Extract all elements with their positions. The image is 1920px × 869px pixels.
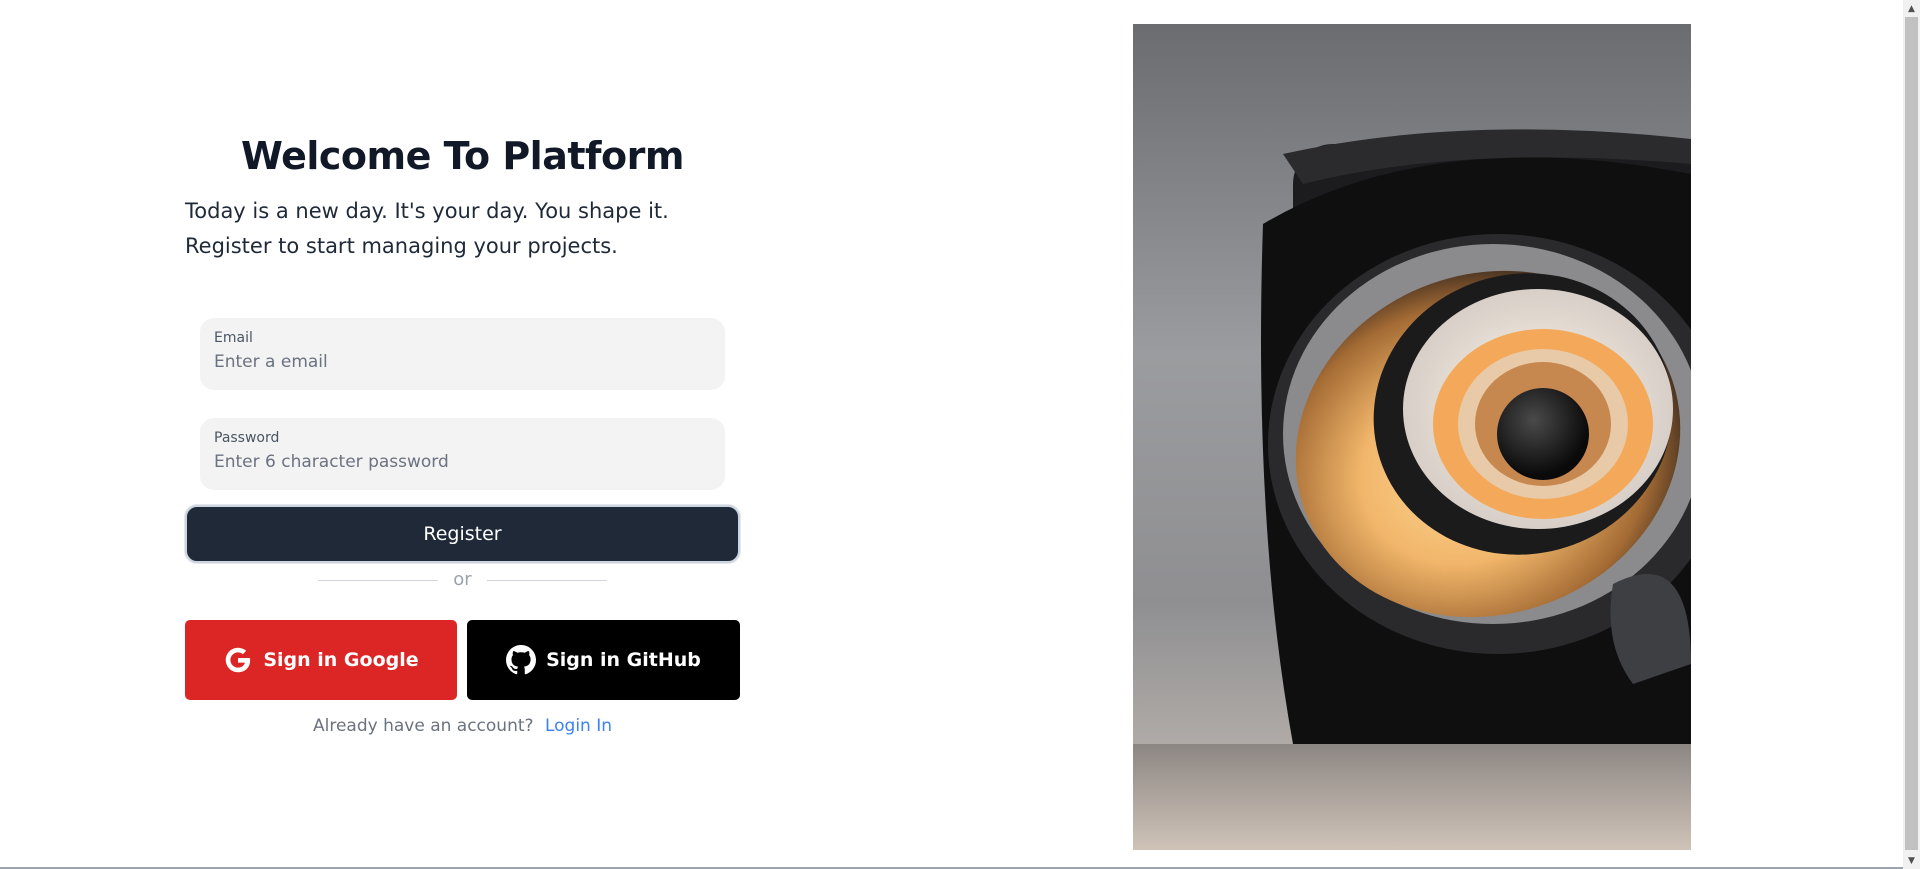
scroll-down-arrow-icon[interactable]: ▼ [1903, 852, 1920, 869]
google-signin-button[interactable]: Sign in Google [185, 620, 457, 700]
email-input[interactable] [214, 350, 711, 374]
google-signin-label: Sign in Google [263, 649, 419, 671]
email-field[interactable]: Email [200, 318, 725, 390]
github-icon [506, 645, 537, 675]
github-signin-label: Sign in GitHub [546, 649, 701, 671]
vertical-scrollbar[interactable]: ▲ ▼ [1903, 0, 1920, 869]
page-title: Welcome To Platform [241, 134, 684, 178]
scroll-up-arrow-icon[interactable]: ▲ [1903, 0, 1920, 17]
login-prompt-text: Already have an account? [312, 716, 534, 736]
page-subtitle: Today is a new day. It's your day. You s… [185, 199, 669, 258]
or-divider: or [185, 568, 740, 592]
register-form: Welcome To Platform Today is a new day. … [185, 0, 740, 869]
abstract-art-svg [1133, 129, 1691, 850]
password-label: Password [214, 430, 280, 446]
divider-line-right [487, 580, 607, 581]
scrollbar-thumb[interactable] [1905, 17, 1918, 850]
email-label: Email [214, 330, 253, 346]
abstract-art-image [1133, 24, 1691, 850]
register-button[interactable]: Register [185, 505, 740, 563]
register-page: Welcome To Platform Today is a new day. … [0, 0, 1920, 869]
github-signin-button[interactable]: Sign in GitHub [467, 620, 740, 700]
login-prompt: Already have an account? Login In [185, 716, 740, 736]
divider-text: or [453, 569, 472, 590]
google-icon [223, 645, 253, 675]
login-link[interactable]: Login In [545, 716, 612, 736]
password-input[interactable] [214, 450, 711, 474]
password-field[interactable]: Password [200, 418, 725, 490]
